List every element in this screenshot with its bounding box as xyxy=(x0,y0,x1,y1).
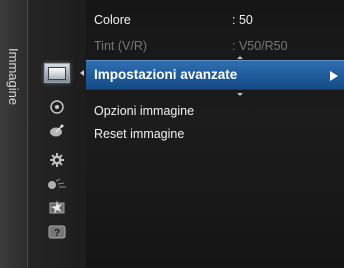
channel-icon[interactable] xyxy=(28,120,86,142)
menu-item-label: Tint (V/R) xyxy=(94,39,148,53)
submenu-arrow-icon xyxy=(330,71,338,81)
menu-item-label: Colore xyxy=(94,13,131,27)
scroll-down-indicator-icon xyxy=(237,93,243,96)
input-icon[interactable] xyxy=(28,173,86,195)
selection-pointer-icon xyxy=(80,70,84,76)
menu-item-impostazioni-avanzate[interactable]: Impostazioni avanzate xyxy=(86,60,344,90)
tv-osd-menu: Immagine ? Colore: 50 Tint (V/R): V50/… xyxy=(0,0,344,268)
scroll-up-indicator-icon xyxy=(237,56,243,59)
sound-icon[interactable] xyxy=(28,96,86,118)
menu-item-label: Opzioni immagine xyxy=(94,104,195,118)
menu-item-value: : 50 xyxy=(232,13,253,27)
menu-item-reset-immagine[interactable]: Reset immagine xyxy=(94,124,334,144)
category-title-strip: Immagine xyxy=(0,0,28,268)
support-icon[interactable]: ? xyxy=(28,221,86,243)
menu-item-label: Reset immagine xyxy=(94,127,185,141)
picture-icon[interactable] xyxy=(28,59,86,87)
category-title: Immagine xyxy=(6,48,21,106)
menu-item-label: Impostazioni avanzate xyxy=(94,67,238,82)
category-icon-column: ? xyxy=(28,0,86,268)
menu-item-opzioni-immagine[interactable]: Opzioni immagine xyxy=(94,101,334,121)
setup-icon[interactable] xyxy=(28,149,86,171)
menu-item-tint: Tint (V/R) : V50/R50 xyxy=(94,36,334,56)
svg-text:?: ? xyxy=(54,228,60,239)
menu-item-value: : V50/R50 xyxy=(232,39,288,53)
menu-item-colore[interactable]: Colore : 50 xyxy=(94,10,334,30)
application-icon[interactable] xyxy=(28,197,86,219)
